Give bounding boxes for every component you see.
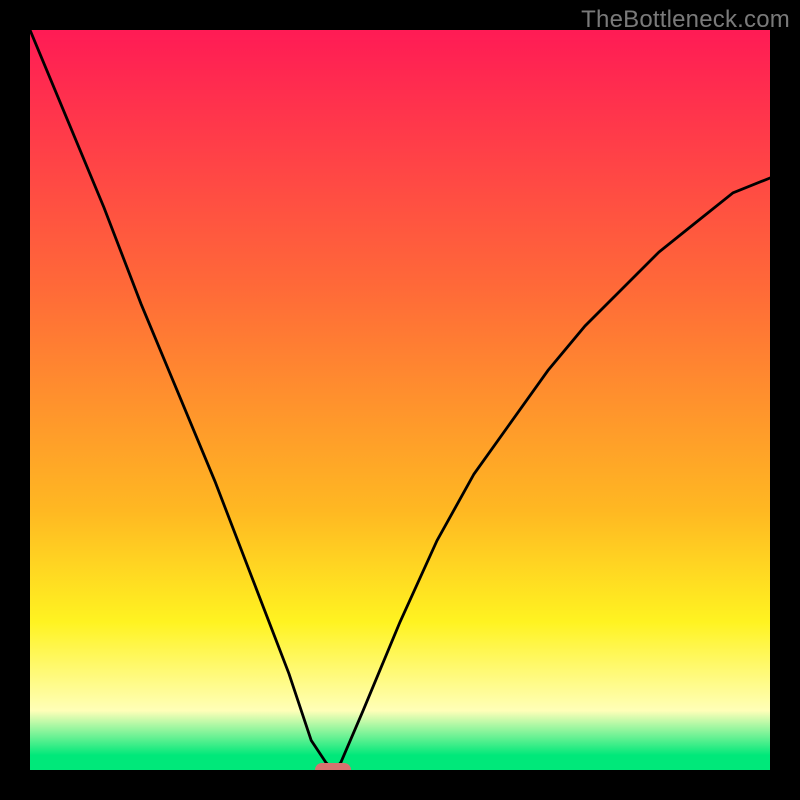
chart-frame: TheBottleneck.com <box>0 0 800 800</box>
optimal-marker <box>315 763 351 770</box>
curve-path <box>30 30 770 770</box>
bottleneck-curve <box>30 30 770 770</box>
plot-area <box>30 30 770 770</box>
